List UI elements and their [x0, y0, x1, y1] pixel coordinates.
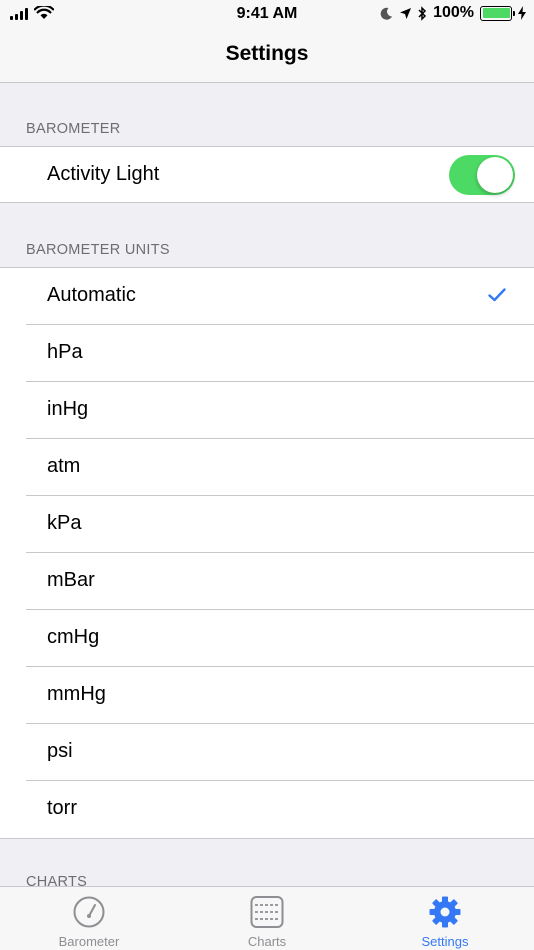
navigation-bar: Settings	[0, 28, 534, 83]
unit-option-cmhg[interactable]: cmHg	[0, 610, 534, 667]
unit-option-label: mBar	[47, 569, 95, 591]
units-group: Automatic hPa inHg atm kPa mBar cmHg mmH…	[0, 267, 534, 839]
tab-label: Settings	[421, 934, 469, 949]
unit-option-atm[interactable]: atm	[0, 439, 534, 496]
unit-option-label: cmHg	[47, 626, 100, 648]
status-right: 100%	[380, 4, 526, 22]
tab-label: Barometer	[58, 934, 120, 949]
checkmark-icon	[488, 288, 506, 302]
unit-option-label: inHg	[47, 398, 89, 420]
tab-settings[interactable]: Settings	[356, 887, 534, 950]
chart-icon	[250, 896, 284, 928]
unit-option-kpa[interactable]: kPa	[0, 496, 534, 553]
gear-icon	[429, 896, 461, 928]
unit-option-psi[interactable]: psi	[0, 724, 534, 781]
section-header-units: BAROMETER UNITS	[26, 242, 170, 258]
location-arrow-icon	[400, 7, 412, 19]
unit-option-automatic[interactable]: Automatic	[0, 268, 534, 325]
activity-light-label: Activity Light	[47, 163, 160, 185]
moon-icon	[380, 7, 393, 20]
toggle-knob	[477, 157, 513, 193]
battery-percent: 100%	[433, 4, 474, 21]
section-header-barometer: BAROMETER	[26, 121, 121, 137]
unit-option-label: atm	[47, 455, 81, 477]
tab-bar: Barometer Charts Settings	[0, 886, 534, 950]
tab-label: Charts	[247, 934, 287, 949]
unit-option-hpa[interactable]: hPa	[0, 325, 534, 382]
unit-option-label: psi	[47, 740, 73, 762]
battery-icon	[480, 5, 515, 21]
unit-option-mbar[interactable]: mBar	[0, 553, 534, 610]
unit-option-torr[interactable]: torr	[0, 781, 534, 838]
unit-option-label: kPa	[47, 512, 82, 534]
page-title: Settings	[225, 42, 309, 65]
bluetooth-icon	[418, 5, 427, 21]
unit-option-label: Automatic	[47, 284, 136, 306]
activity-light-toggle[interactable]	[449, 155, 515, 195]
unit-option-label: hPa	[47, 341, 83, 363]
charging-bolt-icon	[518, 6, 526, 20]
status-bar: 9:41 AM 100%	[0, 0, 534, 28]
unit-option-label: mmHg	[47, 683, 106, 705]
unit-option-mmhg[interactable]: mmHg	[0, 667, 534, 724]
gauge-icon	[73, 896, 105, 928]
barometer-group: Activity Light	[0, 146, 534, 203]
unit-option-inhg[interactable]: inHg	[0, 382, 534, 439]
tab-charts[interactable]: Charts	[178, 887, 356, 950]
activity-light-row: Activity Light	[0, 147, 534, 204]
tab-barometer[interactable]: Barometer	[0, 887, 178, 950]
unit-option-label: torr	[47, 797, 77, 819]
